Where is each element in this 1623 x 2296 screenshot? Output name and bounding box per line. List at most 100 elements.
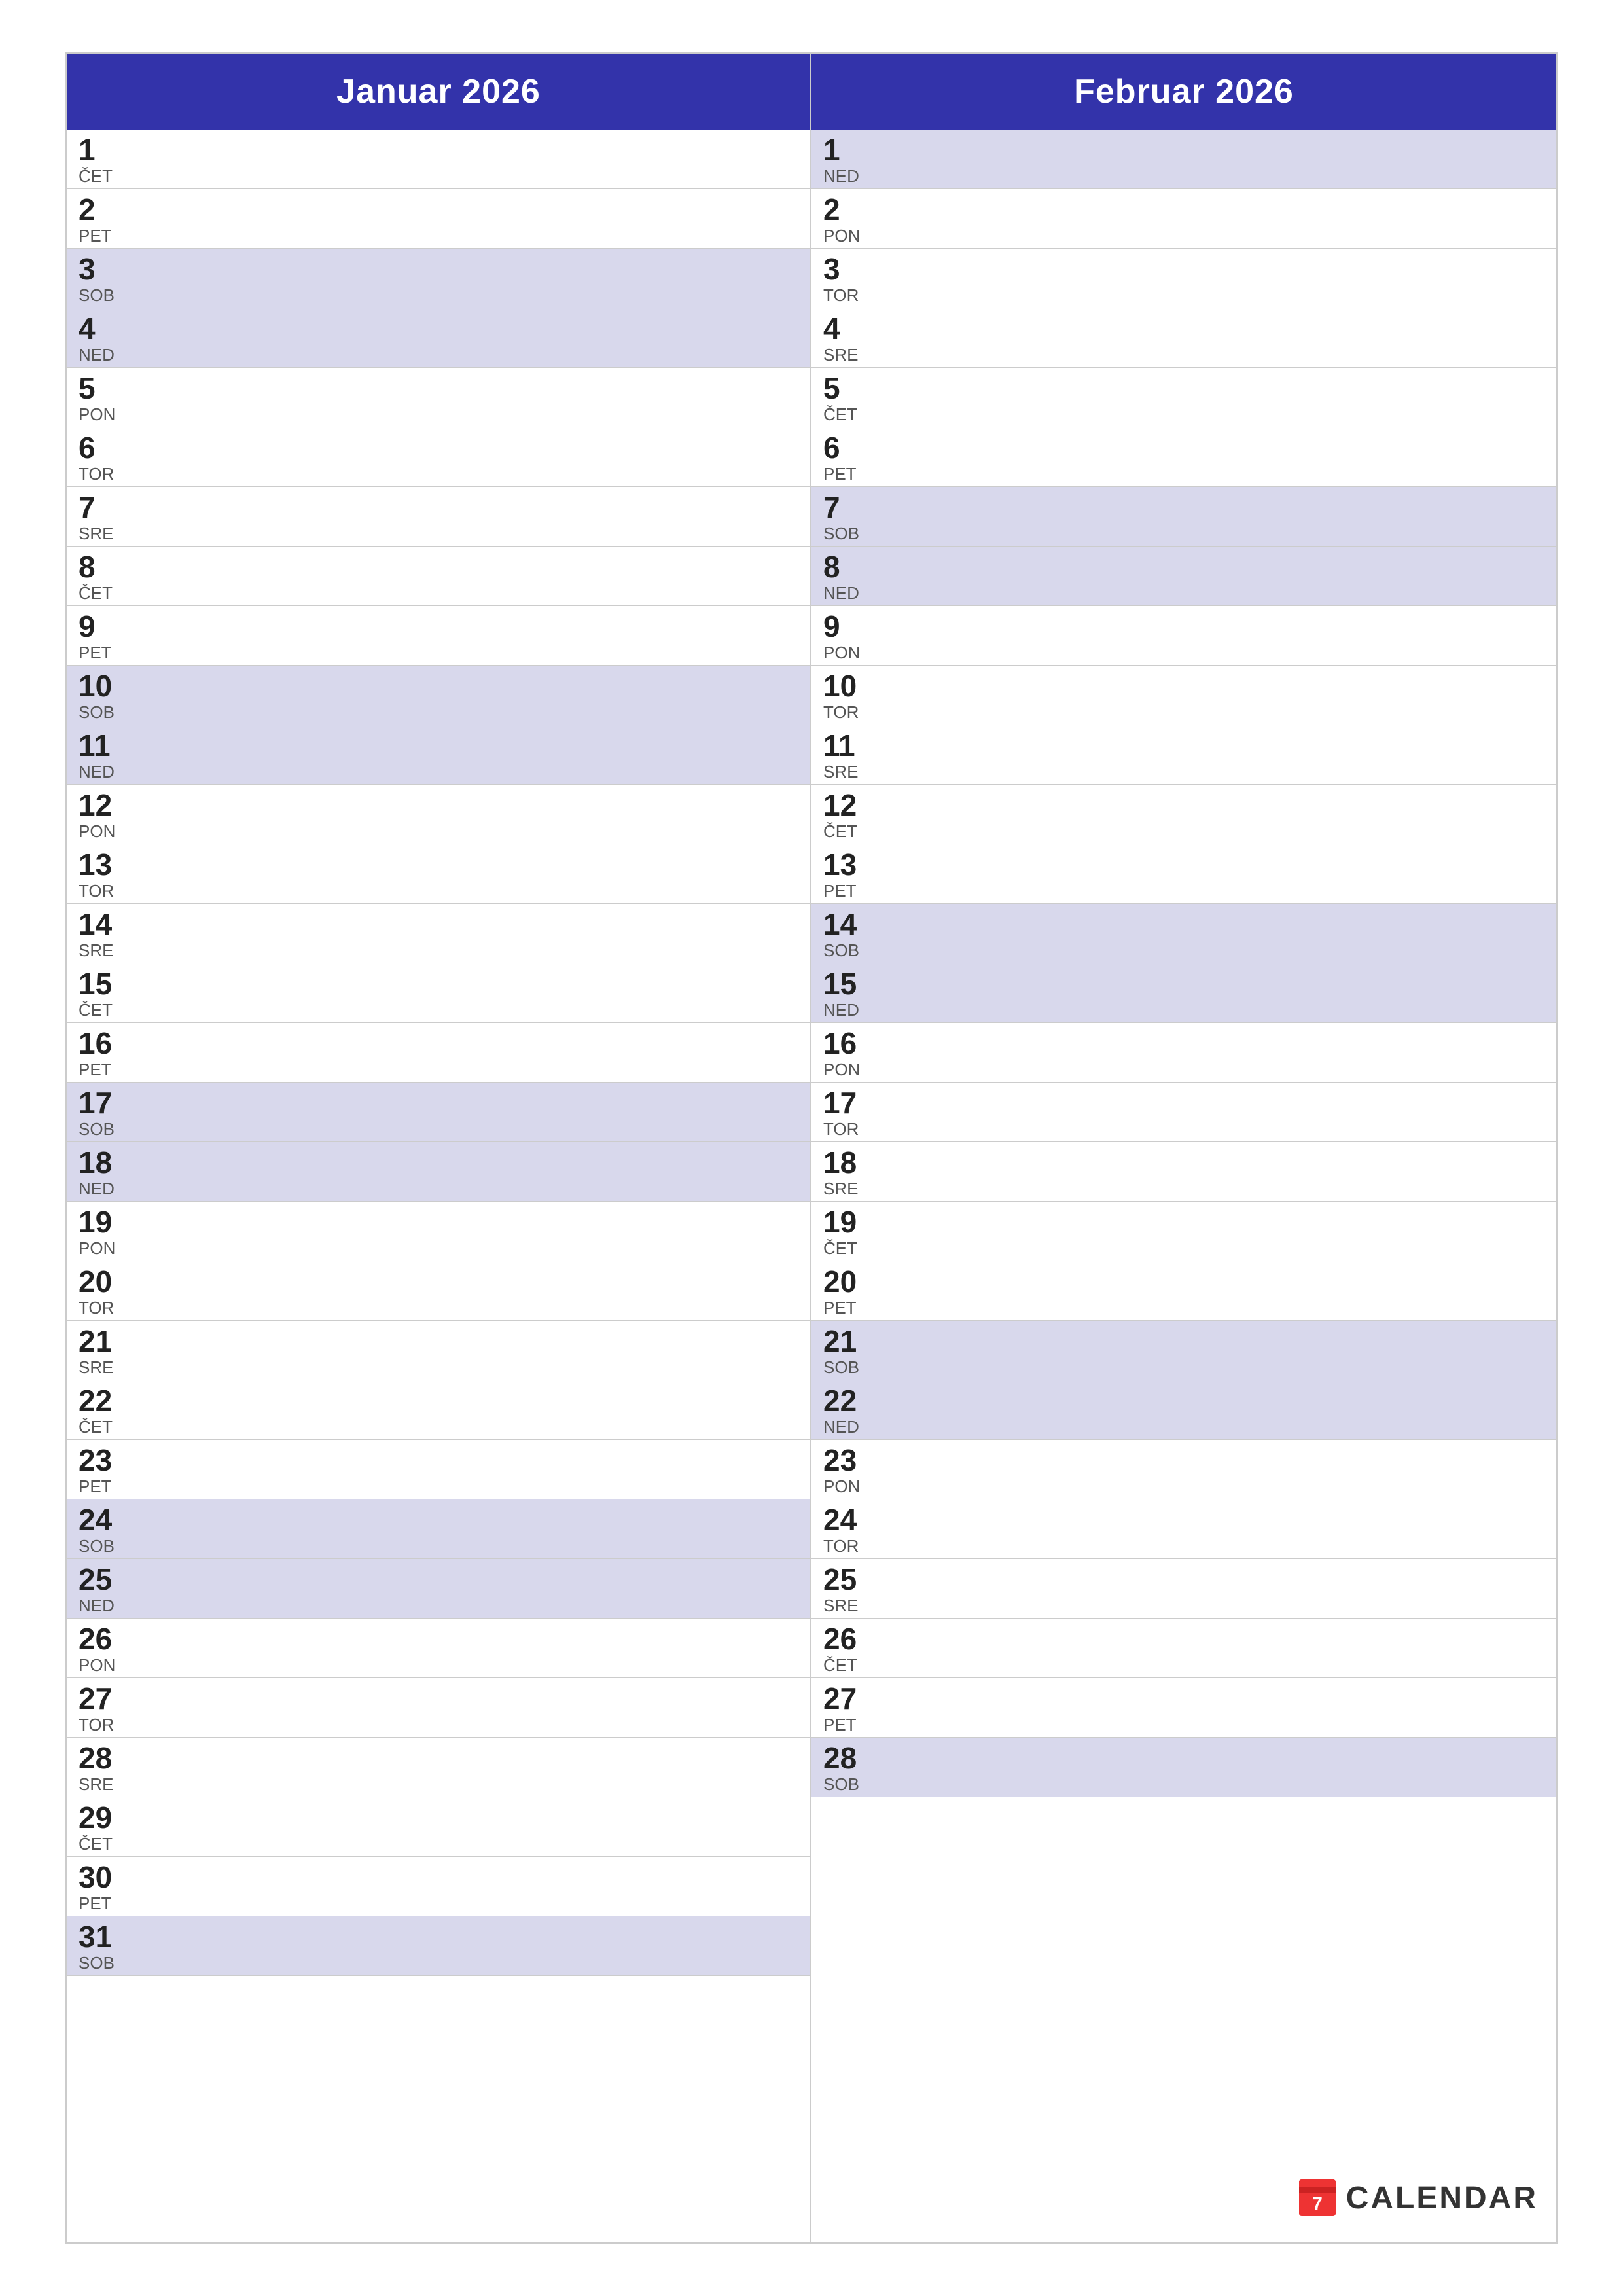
day-name: SRE [79, 525, 124, 542]
day-name: NED [79, 1180, 124, 1197]
day-number: 18 [823, 1147, 869, 1177]
day-number: 25 [79, 1564, 124, 1594]
day-number: 31 [79, 1922, 124, 1952]
day-name: ČET [79, 584, 124, 601]
day-number: 6 [79, 433, 124, 463]
day-row: 6TOR [67, 427, 810, 487]
day-number: 16 [823, 1028, 869, 1058]
day-name: PET [79, 227, 124, 244]
day-row: 9PON [812, 606, 1556, 666]
day-number: 26 [79, 1624, 124, 1654]
day-name: SRE [823, 346, 869, 363]
day-row: 8 ČET [67, 547, 810, 606]
day-number: 30 [79, 1862, 124, 1892]
day-name: SOB [823, 1359, 869, 1376]
day-row: 16PON [812, 1023, 1556, 1083]
day-name: PET [79, 1061, 124, 1078]
day-row: 8NED [812, 547, 1556, 606]
day-name: NED [79, 346, 124, 363]
day-row: 31 SOB [67, 1916, 810, 1976]
february-column: Februar 2026 1NED2PON3TOR4SRE5ČET6PET7SO… [812, 54, 1556, 2242]
page: Januar 2026 1ČET2PET3SOB4NED5PON6TOR7SRE… [0, 0, 1623, 2296]
day-row: 17SOB [67, 1083, 810, 1142]
day-name: PET [823, 1299, 869, 1316]
day-name: SRE [79, 942, 124, 959]
day-name: SRE [823, 1597, 869, 1614]
day-number: 11 [79, 730, 124, 761]
day-row: 24SOB [67, 1499, 810, 1559]
day-number: 9 [823, 611, 869, 641]
day-name: TOR [823, 1121, 869, 1138]
day-row: 22ČET [67, 1380, 810, 1440]
day-number: 22 [823, 1386, 869, 1416]
day-row: 11SRE [812, 725, 1556, 785]
day-name: TOR [79, 882, 124, 899]
day-number: 4 [823, 314, 869, 344]
day-name: ČET [823, 1240, 869, 1257]
day-row: 14SRE [67, 904, 810, 963]
calendar-grid: Januar 2026 1ČET2PET3SOB4NED5PON6TOR7SRE… [65, 52, 1558, 2244]
day-number: 21 [79, 1326, 124, 1356]
day-name: PON [79, 823, 124, 840]
day-name: SRE [823, 1180, 869, 1197]
day-number: 2 [823, 194, 869, 224]
day-row: 21 SOB [812, 1321, 1556, 1380]
day-number: 7 [79, 492, 124, 522]
day-number: 5 [79, 373, 124, 403]
day-row: 25SRE [812, 1559, 1556, 1619]
day-number: 1 [79, 135, 124, 165]
day-name: PET [823, 465, 869, 482]
day-name: PET [79, 1478, 124, 1495]
day-name: TOR [79, 1716, 124, 1733]
day-number: 20 [823, 1266, 869, 1297]
day-row: 14SOB [812, 904, 1556, 963]
day-name: ČET [79, 1001, 124, 1018]
day-number: 12 [79, 790, 124, 820]
day-number: 3 [79, 254, 124, 284]
day-number: 21 [823, 1326, 869, 1356]
day-row: 6 PET [812, 427, 1556, 487]
day-row: 18 SRE [812, 1142, 1556, 1202]
day-name: SRE [823, 763, 869, 780]
day-number: 19 [79, 1207, 124, 1237]
day-name: PET [823, 882, 869, 899]
day-name: PON [79, 1657, 124, 1674]
day-number: 29 [79, 1803, 124, 1833]
day-number: 28 [79, 1743, 124, 1773]
day-row: 20TOR [67, 1261, 810, 1321]
day-name: ČET [823, 1657, 869, 1674]
logo-area: 7 CALENDAR [1298, 2178, 1538, 2217]
day-number: 19 [823, 1207, 869, 1237]
day-name: SOB [79, 1954, 124, 1971]
day-name: TOR [79, 1299, 124, 1316]
day-row: 18NED [67, 1142, 810, 1202]
day-name: ČET [79, 1835, 124, 1852]
day-name: PET [79, 1895, 124, 1912]
day-number: 8 [79, 552, 124, 582]
day-number: 23 [79, 1445, 124, 1475]
day-row: 15 NED [812, 963, 1556, 1023]
day-row: 28SOB [812, 1738, 1556, 1797]
day-name: PET [79, 644, 124, 661]
day-name: NED [823, 1001, 869, 1018]
day-row: 16 PET [67, 1023, 810, 1083]
day-number: 15 [823, 969, 869, 999]
day-row: 12 PON [67, 785, 810, 844]
day-number: 8 [823, 552, 869, 582]
day-row: 26 PON [67, 1619, 810, 1678]
day-name: SRE [79, 1359, 124, 1376]
day-name: NED [79, 1597, 124, 1614]
day-number: 23 [823, 1445, 869, 1475]
day-number: 28 [823, 1743, 869, 1773]
day-row: 9PET [67, 606, 810, 666]
day-row: 3SOB [67, 249, 810, 308]
day-number: 27 [79, 1683, 124, 1713]
day-number: 6 [823, 433, 869, 463]
day-row: 11NED [67, 725, 810, 785]
day-number: 16 [79, 1028, 124, 1058]
day-name: SOB [79, 1121, 124, 1138]
day-row: 24TOR [812, 1499, 1556, 1559]
february-header: Februar 2026 [812, 54, 1556, 130]
day-number: 27 [823, 1683, 869, 1713]
day-name: ČET [823, 406, 869, 423]
